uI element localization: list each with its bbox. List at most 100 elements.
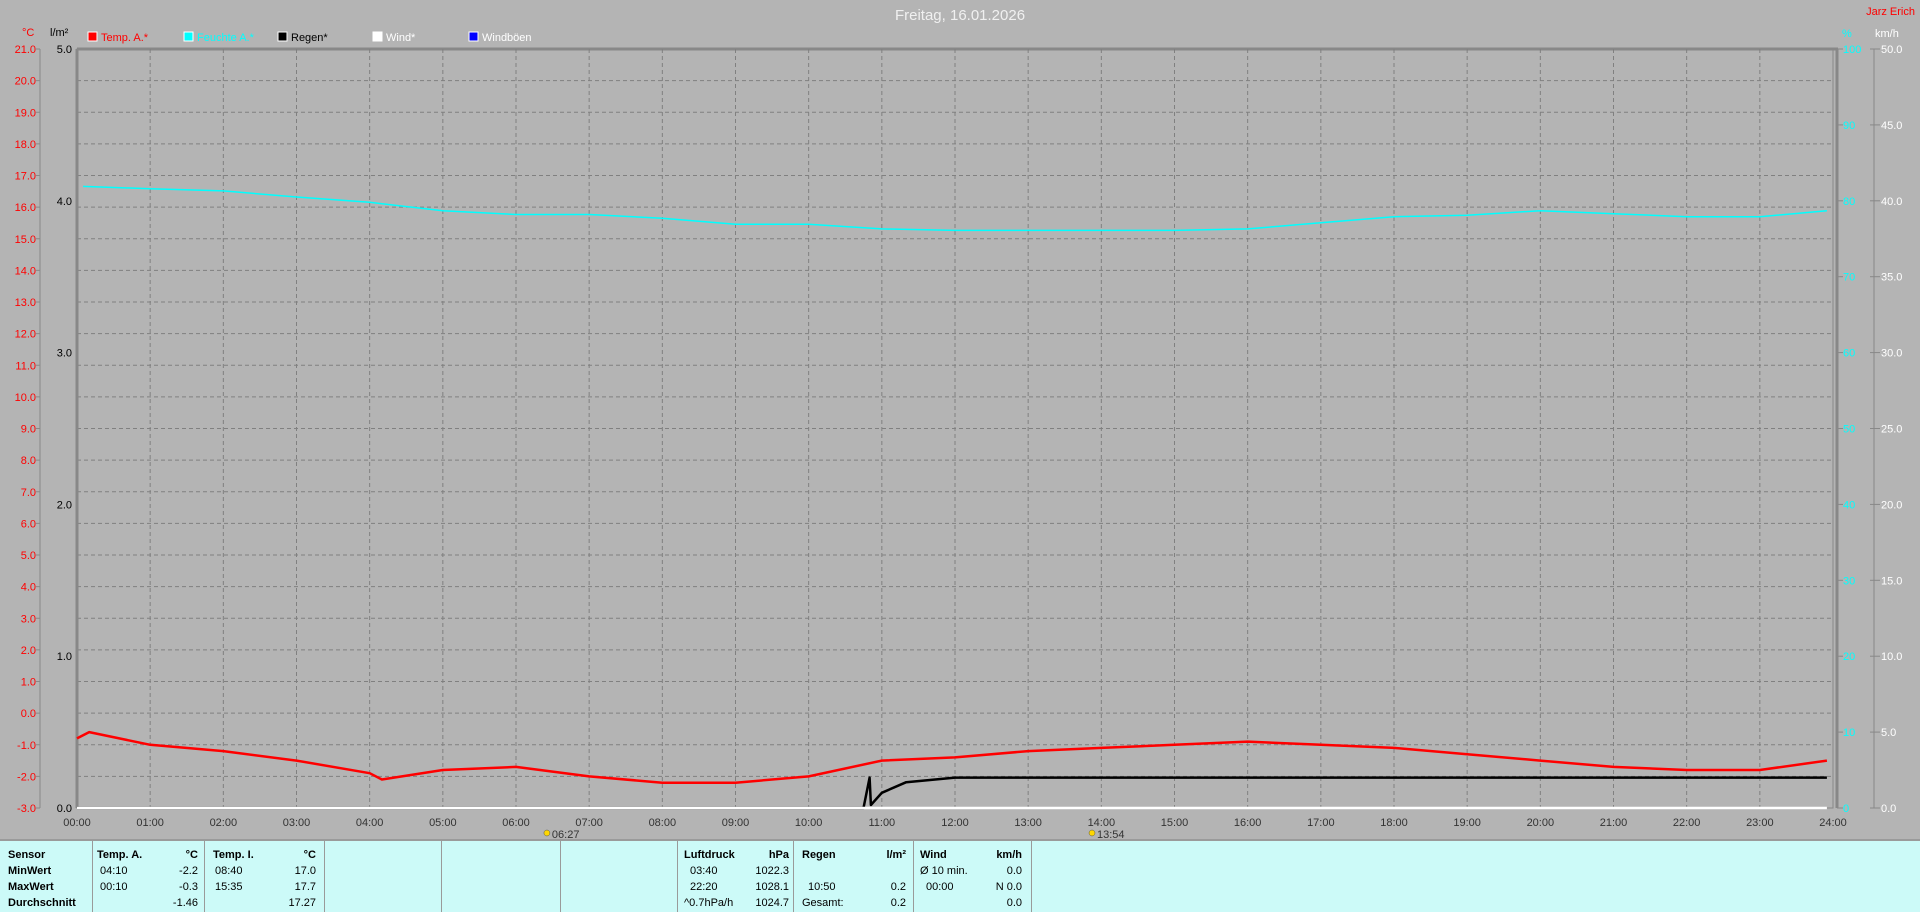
time-tick-label: 23:00 <box>1746 817 1774 829</box>
rain-unit: l/m² <box>886 849 906 861</box>
temp-i-unit: °C <box>303 849 316 861</box>
series-line-regen <box>77 776 1827 810</box>
pressure-header: Luftdruck <box>684 849 735 861</box>
wind-max: N 0.0 <box>995 881 1022 893</box>
legend-label-0: Temp. A.* <box>101 32 149 44</box>
time-tick-label: 20:00 <box>1527 817 1555 829</box>
legend-swatch <box>372 31 383 42</box>
wind-unit-label: km/h <box>1875 28 1899 40</box>
time-tick-label: 06:00 <box>502 817 530 829</box>
annotations: 06:27 13:54 <box>543 829 1125 839</box>
temp-tick-label: 9.0 <box>21 424 36 436</box>
time-tick-label: 05:00 <box>429 817 457 829</box>
wind-tick-label: 15.0 <box>1881 575 1902 587</box>
humidity-tick-label: 80 <box>1843 196 1855 208</box>
legend-swatch <box>183 31 194 42</box>
rain-unit-label: l/m² <box>50 27 69 39</box>
time-tick-label: 18:00 <box>1380 817 1408 829</box>
legend-label-2: Regen* <box>291 32 328 44</box>
temp-tick-label: 19.0 <box>15 107 36 119</box>
wind-tick-label: 30.0 <box>1881 348 1902 360</box>
time-tick-label: 16:00 <box>1234 817 1262 829</box>
legend-swatch <box>468 31 479 42</box>
rain-tick-label: 1.0 <box>57 651 72 663</box>
rain-tick-label: 2.0 <box>57 499 72 511</box>
series-line-tempa <box>76 730 1828 784</box>
temp-tick-label: 21.0 <box>15 44 36 56</box>
rain-total-label: Gesamt: <box>802 897 844 909</box>
time-tick-label: 10:00 <box>795 817 823 829</box>
temp-tick-label: 8.0 <box>21 455 36 467</box>
rain-total: 0.2 <box>890 897 906 909</box>
wind-avg: 0.0 <box>1006 865 1022 877</box>
legend-swatch <box>277 31 288 42</box>
humidity-tick-label: 30 <box>1843 575 1855 587</box>
time-tick-label: 03:00 <box>283 817 311 829</box>
legend-label-4: Windböen <box>482 32 532 44</box>
time-tick-label: 14:00 <box>1088 817 1116 829</box>
temp-tick-label: 4.0 <box>21 582 36 594</box>
temp-unit-label: °C <box>22 27 34 39</box>
temp-tick-label: 15.0 <box>15 234 36 246</box>
humidity-unit-label: % <box>1842 28 1852 40</box>
temp-a-unit: °C <box>185 849 198 861</box>
wind-tick-label: 5.0 <box>1881 727 1896 739</box>
humidity-tick-label: 40 <box>1843 499 1855 511</box>
humidity-tick-label: 50 <box>1843 424 1855 436</box>
rain-tick-label: 5.0 <box>57 44 72 56</box>
temp-tick-label: 18.0 <box>15 139 36 151</box>
temp-tick-label: 5.0 <box>21 550 36 562</box>
rain-tick-label: 3.0 <box>57 348 72 360</box>
series <box>76 185 1828 810</box>
pressure-avg: 1024.7 <box>755 897 789 909</box>
temp-i-header: Temp. I. <box>213 849 254 861</box>
wind-tick-label: 45.0 <box>1881 120 1902 132</box>
legend-label-3: Wind* <box>386 32 416 44</box>
time-tick-label: 22:00 <box>1673 817 1701 829</box>
wind-max-time: 00:00 <box>926 881 954 893</box>
temp-tick-label: 16.0 <box>15 202 36 214</box>
wind-tick-label: 35.0 <box>1881 272 1902 284</box>
time-tick-label: 24:00 <box>1819 817 1847 829</box>
pressure-min: 1022.3 <box>755 865 789 877</box>
temp-i-max: 17.7 <box>294 881 316 893</box>
wind-unit: km/h <box>996 849 1022 861</box>
wind-tick-label: 20.0 <box>1881 499 1902 511</box>
time-tick-label: 01:00 <box>136 817 164 829</box>
weather-chart: Freitag, 16.01.2026 Jarz Erich Temp. A.*… <box>15 6 1915 839</box>
humidity-tick-label: 60 <box>1843 348 1855 360</box>
humidity-tick-label: 90 <box>1843 120 1855 132</box>
pressure-min-time: 03:40 <box>690 865 718 877</box>
temp-tick-label: -1.0 <box>17 740 36 752</box>
temp-a-max: -0.3 <box>179 881 198 893</box>
temp-i-min-time: 08:40 <box>215 865 243 877</box>
wind-tick-label: 0.0 <box>1881 803 1896 815</box>
annotation-label: 06:27 <box>552 829 580 839</box>
row-label-max: MaxWert <box>8 881 54 893</box>
wind-tick-label: 10.0 <box>1881 651 1902 663</box>
annotation-label: 13:54 <box>1097 829 1125 839</box>
temp-a-header: Temp. A. <box>97 849 143 861</box>
temp-tick-label: 6.0 <box>21 518 36 530</box>
wind-header: Wind <box>920 849 947 861</box>
time-tick-label: 04:00 <box>356 817 384 829</box>
temp-tick-label: 3.0 <box>21 613 36 625</box>
rain-tick-label: 0.0 <box>57 803 72 815</box>
humidity-tick-label: 20 <box>1843 651 1855 663</box>
temp-tick-label: 11.0 <box>15 360 36 372</box>
wind-last: 0.0 <box>1006 897 1022 909</box>
time-tick-label: 12:00 <box>941 817 969 829</box>
wind-tick-label: 40.0 <box>1881 196 1902 208</box>
pressure-trend: ^0.7hPa/h <box>684 897 734 909</box>
row-label-sensor: Sensor <box>8 849 46 861</box>
rain-tick-label: 4.0 <box>57 196 72 208</box>
rain-max: 0.2 <box>890 881 906 893</box>
temp-i-avg: 17.27 <box>288 897 316 909</box>
temp-a-min: -2.2 <box>179 865 198 877</box>
temp-tick-label: 0.0 <box>21 708 36 720</box>
temp-tick-label: 13.0 <box>15 297 36 309</box>
time-tick-label: 08:00 <box>649 817 677 829</box>
temp-tick-label: 12.0 <box>15 329 36 341</box>
legend-swatch <box>87 31 98 42</box>
grid <box>76 47 1838 809</box>
